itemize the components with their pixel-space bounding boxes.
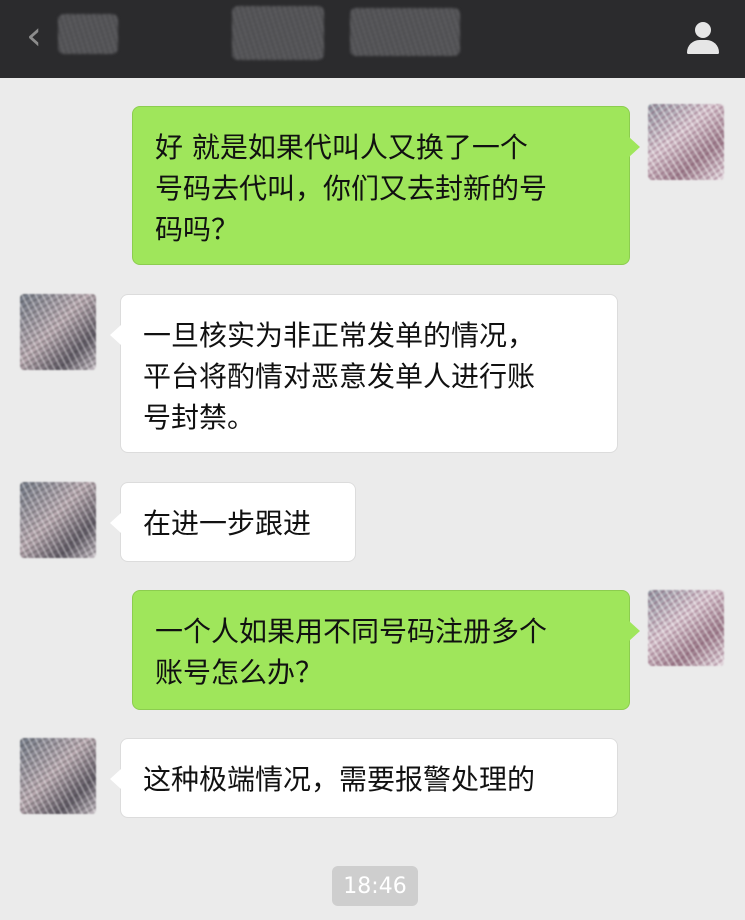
back-button[interactable]: ‹	[14, 12, 54, 60]
avatar-contact[interactable]	[20, 738, 96, 814]
message-timestamp: 18:46	[332, 866, 418, 906]
message-bubble-sent[interactable]: 好 就是如果代叫人又换了一个 号码去代叫，你们又去封新的号 码吗？	[132, 106, 640, 265]
message-bubble-received[interactable]: 在进一步跟进	[110, 482, 356, 562]
chat-info-button[interactable]	[683, 20, 723, 58]
obscured-title-middle	[232, 6, 324, 60]
avatar-self[interactable]	[648, 104, 724, 180]
message-bubble-sent[interactable]: 一个人如果用不同号码注册多个 账号怎么办？	[132, 590, 640, 710]
message-bubble-received[interactable]: 这种极端情况，需要报警处理的	[110, 738, 618, 818]
person-icon	[695, 22, 711, 38]
chevron-left-icon: ‹	[26, 13, 42, 59]
avatar-contact[interactable]	[20, 294, 96, 370]
obscured-title-left	[58, 14, 118, 54]
message-bubble-received[interactable]: 一旦核实为非正常发单的情况， 平台将酌情对恶意发单人进行账 号封禁。	[110, 294, 618, 453]
chat-header: ‹	[0, 0, 745, 78]
avatar-self[interactable]	[648, 590, 724, 666]
obscured-title-right	[350, 8, 460, 56]
avatar-contact[interactable]	[20, 482, 96, 558]
